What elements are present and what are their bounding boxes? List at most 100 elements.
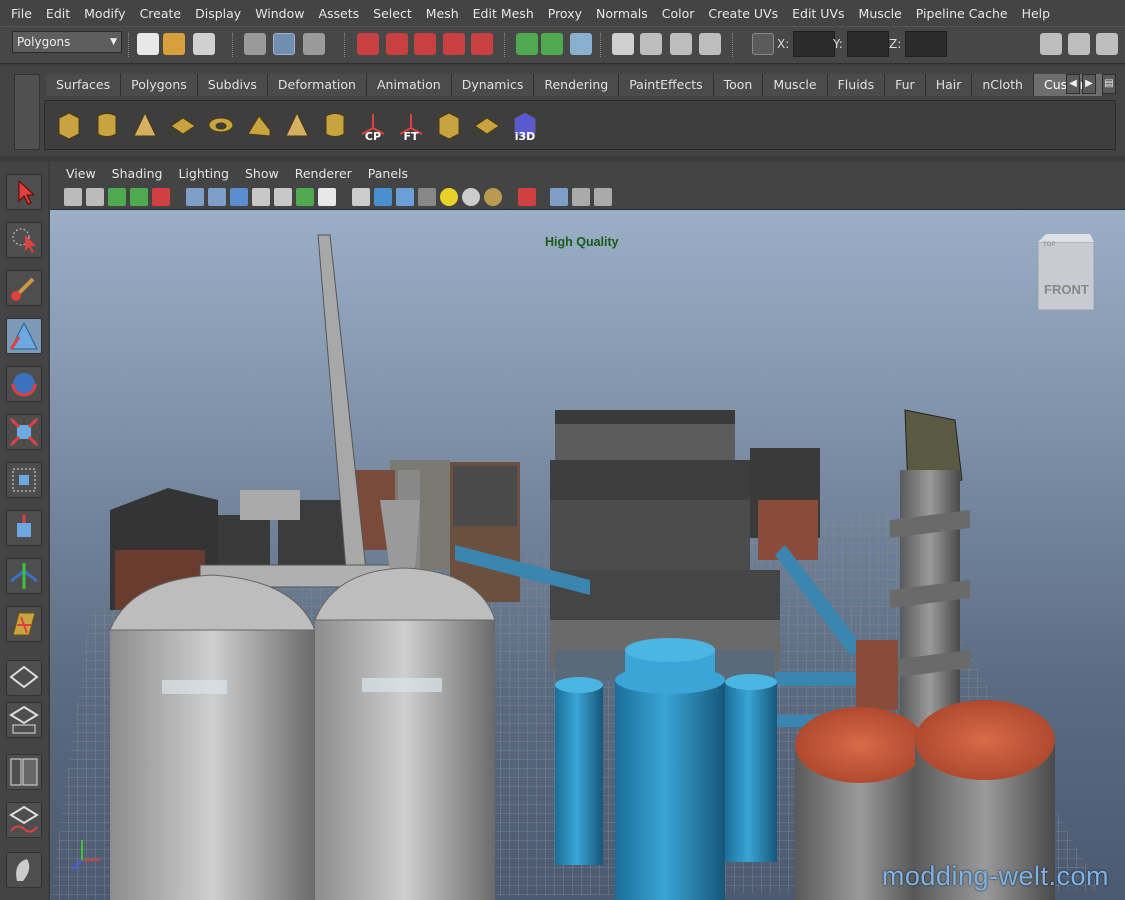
- pyramid-icon[interactable]: [281, 107, 313, 143]
- gate-mask-icon[interactable]: [252, 188, 270, 206]
- center-pivot-icon[interactable]: CP: [357, 107, 389, 143]
- tab-subdivs[interactable]: Subdivs: [197, 74, 268, 96]
- menu-create-uvs[interactable]: Create UVs: [701, 6, 785, 21]
- menu-mesh[interactable]: Mesh: [419, 6, 466, 21]
- xray-icon[interactable]: [550, 188, 568, 206]
- menu-select[interactable]: Select: [366, 6, 419, 21]
- default-lighting-icon[interactable]: [440, 188, 458, 206]
- field-chart-icon[interactable]: [274, 188, 292, 206]
- cube-icon[interactable]: [53, 107, 85, 143]
- panel-menu-panels[interactable]: Panels: [360, 166, 416, 181]
- render-frame-icon[interactable]: [640, 33, 662, 55]
- new-scene-icon[interactable]: [137, 33, 159, 55]
- hypershade-layout-icon[interactable]: [6, 852, 42, 888]
- open-scene-icon[interactable]: [163, 33, 185, 55]
- menu-proxy[interactable]: Proxy: [541, 6, 589, 21]
- textured-icon[interactable]: [418, 188, 436, 206]
- graph-editor-layout-icon[interactable]: [6, 802, 42, 838]
- snap-view-plane-icon[interactable]: [443, 33, 465, 55]
- image-plane-icon[interactable]: [130, 188, 148, 206]
- isolate-select-icon[interactable]: [518, 188, 536, 206]
- menu-edit[interactable]: Edit: [39, 6, 77, 21]
- shelf-menu-handle[interactable]: [14, 74, 40, 150]
- tab-toon[interactable]: Toon: [713, 74, 764, 96]
- panel-menu-view[interactable]: View: [58, 166, 104, 181]
- tab-animation[interactable]: Animation: [366, 74, 452, 96]
- tab-hair[interactable]: Hair: [925, 74, 973, 96]
- cone-icon[interactable]: [129, 107, 161, 143]
- snap-curve-icon[interactable]: [386, 33, 408, 55]
- torus-icon[interactable]: [205, 107, 237, 143]
- prism-icon[interactable]: [243, 107, 275, 143]
- snap-point-icon[interactable]: [414, 33, 436, 55]
- xray-joints-icon[interactable]: [572, 188, 590, 206]
- menu-assets[interactable]: Assets: [311, 6, 366, 21]
- camera-attributes-icon[interactable]: [86, 188, 104, 206]
- tab-deformation[interactable]: Deformation: [267, 74, 367, 96]
- tab-muscle[interactable]: Muscle: [763, 74, 828, 96]
- attribute-editor-icon[interactable]: [1040, 33, 1062, 55]
- freeze-transform-icon[interactable]: FT: [395, 107, 427, 143]
- x-input[interactable]: [793, 31, 836, 57]
- pipe-icon[interactable]: [319, 107, 351, 143]
- plane-icon[interactable]: [167, 107, 199, 143]
- high-quality-icon[interactable]: [484, 188, 502, 206]
- smooth-shade-icon[interactable]: [374, 188, 392, 206]
- rotate-tool-icon[interactable]: [6, 366, 42, 402]
- lasso-tool-icon[interactable]: [6, 222, 42, 258]
- single-perspective-layout-icon[interactable]: [6, 660, 42, 696]
- last-tool-icon[interactable]: [6, 606, 42, 642]
- z-input[interactable]: [905, 31, 948, 57]
- menu-create[interactable]: Create: [133, 6, 189, 21]
- soft-modification-icon[interactable]: [6, 510, 42, 546]
- paint-select-tool-icon[interactable]: [6, 270, 42, 306]
- uv-plane-icon[interactable]: [471, 107, 503, 143]
- shadows-icon[interactable]: [462, 188, 480, 206]
- output-connections-icon[interactable]: [541, 33, 563, 55]
- construction-history-icon[interactable]: [570, 33, 592, 55]
- wireframe-on-shaded-icon[interactable]: [396, 188, 414, 206]
- tab-polygons[interactable]: Polygons: [121, 74, 198, 96]
- safe-title-icon[interactable]: [318, 188, 336, 206]
- render-view-icon[interactable]: [612, 33, 634, 55]
- channel-box-icon[interactable]: [1096, 33, 1118, 55]
- cylinder-icon[interactable]: [91, 107, 123, 143]
- tab-scroll-left-icon[interactable]: ◀: [1066, 74, 1080, 94]
- tab-rendering[interactable]: Rendering: [534, 74, 620, 96]
- select-by-component-icon[interactable]: [303, 33, 325, 55]
- menu-normals[interactable]: Normals: [589, 6, 655, 21]
- select-tool-icon[interactable]: [6, 174, 42, 210]
- show-manipulator-icon[interactable]: [6, 558, 42, 594]
- tab-dynamics[interactable]: Dynamics: [451, 74, 535, 96]
- tab-fluids[interactable]: Fluids: [827, 74, 886, 96]
- render-settings-icon[interactable]: [699, 33, 721, 55]
- absolute-transform-icon[interactable]: [752, 33, 774, 55]
- menu-edit-mesh[interactable]: Edit Mesh: [466, 6, 541, 21]
- i3d-export-icon[interactable]: i3D: [509, 107, 541, 143]
- menu-modify[interactable]: Modify: [77, 6, 132, 21]
- menu-set-selector[interactable]: Polygons ▼: [12, 31, 122, 53]
- select-camera-icon[interactable]: [64, 188, 82, 206]
- menu-muscle[interactable]: Muscle: [852, 6, 909, 21]
- scale-tool-icon[interactable]: [6, 414, 42, 450]
- tab-ncloth[interactable]: nCloth: [972, 74, 1034, 96]
- menu-edit-uvs[interactable]: Edit UVs: [785, 6, 851, 21]
- panel-menu-show[interactable]: Show: [237, 166, 287, 181]
- tab-fur[interactable]: Fur: [885, 74, 926, 96]
- select-by-hierarchy-icon[interactable]: [244, 33, 266, 55]
- panel-menu-shading[interactable]: Shading: [104, 166, 171, 181]
- tool-settings-icon[interactable]: [1068, 33, 1090, 55]
- panel-menu-renderer[interactable]: Renderer: [287, 166, 360, 181]
- y-input[interactable]: [846, 31, 889, 57]
- snap-grid-icon[interactable]: [357, 33, 379, 55]
- ipr-render-icon[interactable]: [670, 33, 692, 55]
- wireframe-icon[interactable]: [352, 188, 370, 206]
- move-tool-icon[interactable]: [6, 318, 42, 354]
- select-by-object-icon[interactable]: [273, 33, 295, 55]
- menu-pipeline-cache[interactable]: Pipeline Cache: [909, 6, 1015, 21]
- tab-scroll-right-icon[interactable]: ▶: [1082, 74, 1096, 94]
- tab-painteffects[interactable]: PaintEffects: [619, 74, 714, 96]
- grid-icon[interactable]: [186, 188, 204, 206]
- film-gate-icon[interactable]: [208, 188, 226, 206]
- uv-cube-icon[interactable]: [433, 107, 465, 143]
